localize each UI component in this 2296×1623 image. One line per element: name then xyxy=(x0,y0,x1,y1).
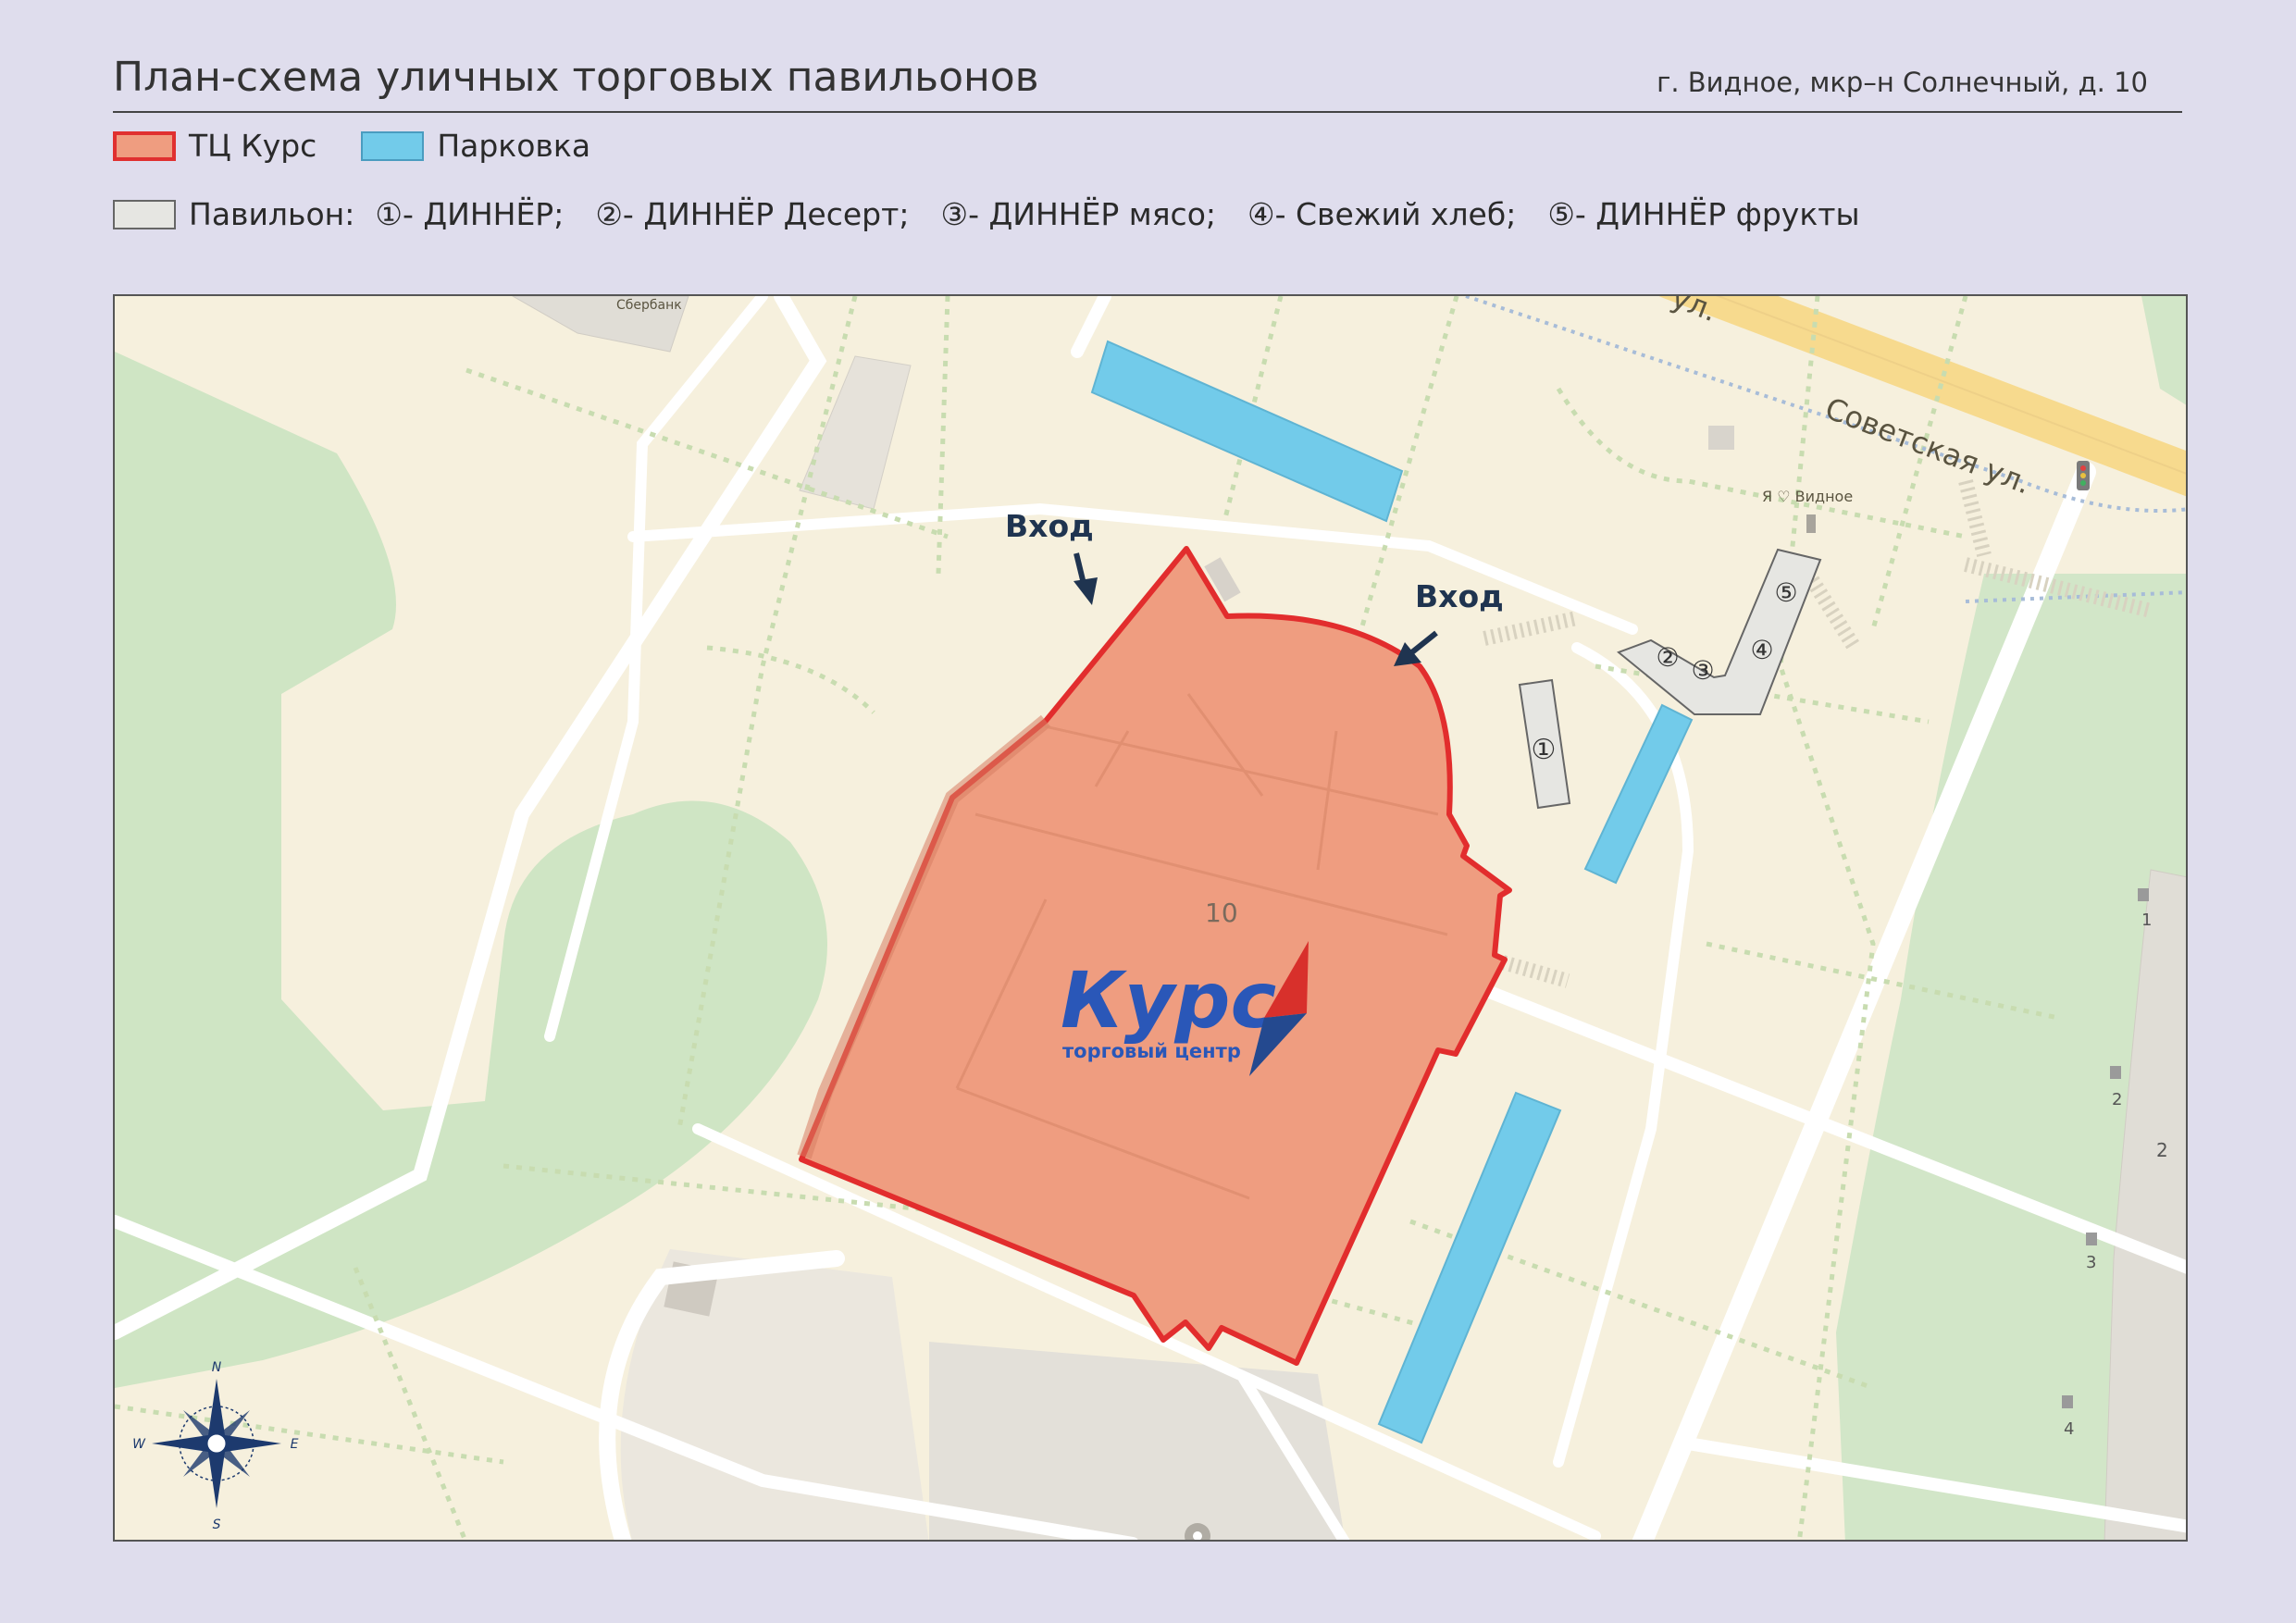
pavilion-swatch xyxy=(113,199,176,229)
logo-text-main: Курс xyxy=(1061,955,1276,1046)
monument-icon xyxy=(1806,514,1816,533)
pavilion-legend-item-3: ③- ДИННЁР мясо; xyxy=(940,196,1216,232)
pavilion-marker-4: ④ xyxy=(1750,635,1773,665)
pavilion-legend-item-5: ⑤- ДИННЁР фрукты xyxy=(1547,196,1859,232)
house-entrance-3: 3 xyxy=(2086,1253,2096,1272)
pavilion-legend-item-4: ④- Свежий хлеб; xyxy=(1247,196,1516,232)
pavilion-marker-3: ③ xyxy=(1691,655,1714,686)
parking-legend-label: Парковка xyxy=(437,128,591,164)
pavilion-number: ④ xyxy=(1247,196,1275,232)
compass-south: S xyxy=(213,1518,221,1532)
header-divider xyxy=(113,111,2182,113)
legend-row-2: Павильон: ①- ДИННЁР; ②- ДИННЁР Десерт; ③… xyxy=(113,196,1892,232)
page-title: План-схема уличных торговых павильонов xyxy=(113,54,1039,101)
map-frame[interactable]: 10 Курс торговый центр ① ② ③ ④ ⑤ Вход Вх… xyxy=(113,294,2188,1542)
pavilion-number: ③ xyxy=(940,196,969,232)
pavilion-name: - ДИННЁР фрукты xyxy=(1574,196,1860,232)
house-entrance-1: 1 xyxy=(2141,911,2152,930)
door-icon xyxy=(2062,1395,2073,1408)
pavilion-name: - ДИННЁР мясо; xyxy=(968,196,1217,232)
pavilion-name: - ДИННЁР Десерт; xyxy=(622,196,910,232)
door-icon xyxy=(2086,1233,2097,1245)
house-number-label: 2 xyxy=(2156,1139,2168,1161)
pavilion-number: ⑤ xyxy=(1547,196,1575,232)
map-canvas[interactable]: 10 Курс торговый центр ① ② ③ ④ ⑤ Вход Вх… xyxy=(115,296,2188,1542)
poi-label-monument: Я ♡ Видное xyxy=(1762,488,1853,505)
compass-east: E xyxy=(291,1437,299,1452)
door-icon xyxy=(2138,888,2149,901)
address-label: г. Видное, мкр–н Солнечный, д. 10 xyxy=(1657,67,2148,98)
pavilion-name: - ДИННЁР; xyxy=(402,196,565,232)
logo-text-sub: торговый центр xyxy=(1062,1040,1241,1062)
mall-swatch xyxy=(113,130,176,161)
entrance-label-1: Вход xyxy=(1005,508,1094,544)
pavilion-legend-item-1: ①- ДИННЁР; xyxy=(375,196,564,232)
parking-swatch xyxy=(361,130,425,161)
pavilion-legend-label: Павильон: xyxy=(189,196,355,232)
poi-label-sberbank: Сбербанк xyxy=(616,298,682,313)
door-icon xyxy=(2110,1066,2121,1079)
house-entrance-4: 4 xyxy=(2064,1419,2074,1439)
legend-row-1: ТЦ Курс Парковка xyxy=(113,128,635,164)
pavilion-marker-1: ① xyxy=(1532,734,1557,766)
mall-legend-label: ТЦ Курс xyxy=(189,128,317,164)
compass-north: N xyxy=(212,1360,222,1375)
pavilion-marker-2: ② xyxy=(1656,642,1679,673)
pavilion-number: ② xyxy=(595,196,623,232)
monument-base xyxy=(1708,426,1734,450)
building-number-label: 10 xyxy=(1205,898,1238,928)
compass-west: W xyxy=(132,1437,146,1452)
pavilion-number: ① xyxy=(375,196,403,232)
house-entrance-2: 2 xyxy=(2112,1090,2122,1109)
pavilion-marker-5: ⑤ xyxy=(1774,577,1797,608)
entrance-label-2: Вход xyxy=(1415,578,1504,614)
map-pin-dot xyxy=(1193,1531,1202,1540)
pavilion-legend-item-2: ②- ДИННЁР Десерт; xyxy=(595,196,909,232)
pavilion-name: - Свежий хлеб; xyxy=(1274,196,1517,232)
traffic-light-icon xyxy=(2077,461,2090,490)
